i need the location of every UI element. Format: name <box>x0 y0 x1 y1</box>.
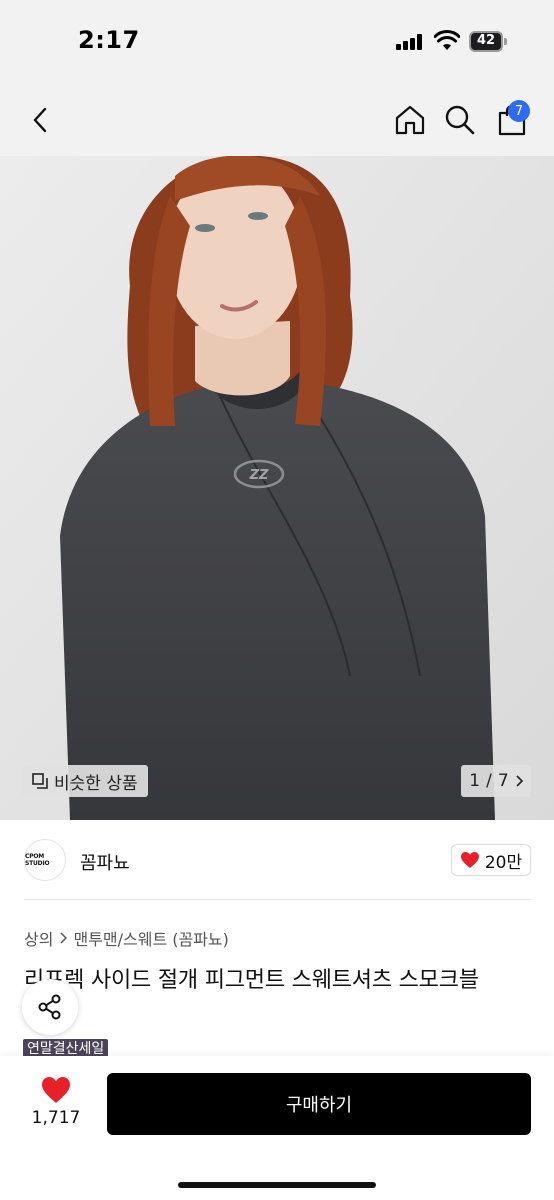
product-photo: ZZ <box>0 156 554 820</box>
status-bar: 2:17 42 <box>0 0 554 84</box>
status-time: 2:17 <box>78 26 140 54</box>
similar-products-label: 비슷한 상품 <box>54 773 138 794</box>
pager-current: 1 <box>469 771 481 791</box>
chevron-right-icon <box>60 932 68 944</box>
product-title: 리프렉 사이드 절개 피그먼트 스웨트셔츠 스모크블 <box>24 968 479 993</box>
pager-total: 7 <box>497 771 509 791</box>
cart-count-badge: 7 <box>508 100 530 122</box>
chevron-left-icon <box>33 107 47 133</box>
brand-row: CPOM STUDIO 꼼파뇨 20만 <box>0 820 554 900</box>
heart-icon <box>460 852 479 868</box>
chevron-right-icon <box>516 775 523 787</box>
share-icon <box>38 994 61 1020</box>
battery-icon: 42 <box>469 31 507 52</box>
battery-level: 42 <box>476 33 496 48</box>
brand-logo[interactable]: CPOM STUDIO <box>24 839 66 881</box>
home-icon <box>395 105 425 135</box>
home-button[interactable] <box>392 102 428 138</box>
wifi-icon <box>434 30 460 50</box>
share-button[interactable] <box>22 979 78 1035</box>
brand-name[interactable]: 꼼파뇨 <box>80 849 130 875</box>
breadcrumb-category[interactable]: 상의 <box>24 926 53 950</box>
wish-count: 1,717 <box>31 1108 81 1128</box>
brand-like-count: 20만 <box>484 852 523 873</box>
product-image[interactable]: ZZ <box>0 156 554 820</box>
buy-button[interactable]: 구매하기 <box>107 1073 531 1135</box>
top-nav <box>0 84 554 156</box>
cellular-signal-icon <box>396 34 424 50</box>
home-indicator <box>178 1182 376 1188</box>
back-button[interactable] <box>22 102 58 138</box>
brand-like-button[interactable]: 20만 <box>451 844 531 876</box>
breadcrumb: 상의 맨투맨/스웨트 (꼼파뇨) <box>24 926 229 950</box>
search-button[interactable] <box>442 102 478 138</box>
brand-logo-text: CPOM STUDIO <box>25 853 50 867</box>
copy-icon <box>32 773 48 789</box>
similar-products-button[interactable]: 비슷한 상품 <box>22 765 148 797</box>
breadcrumb-subcategory[interactable]: 맨투맨/스웨트 (꼼파뇨) <box>73 926 228 950</box>
heart-icon[interactable] <box>40 1075 72 1105</box>
search-icon <box>445 105 475 135</box>
pager-separator: / <box>486 771 492 791</box>
chest-logo: ZZ <box>249 468 269 483</box>
image-pager[interactable]: 1 / 7 <box>461 765 531 797</box>
divider <box>24 899 531 900</box>
